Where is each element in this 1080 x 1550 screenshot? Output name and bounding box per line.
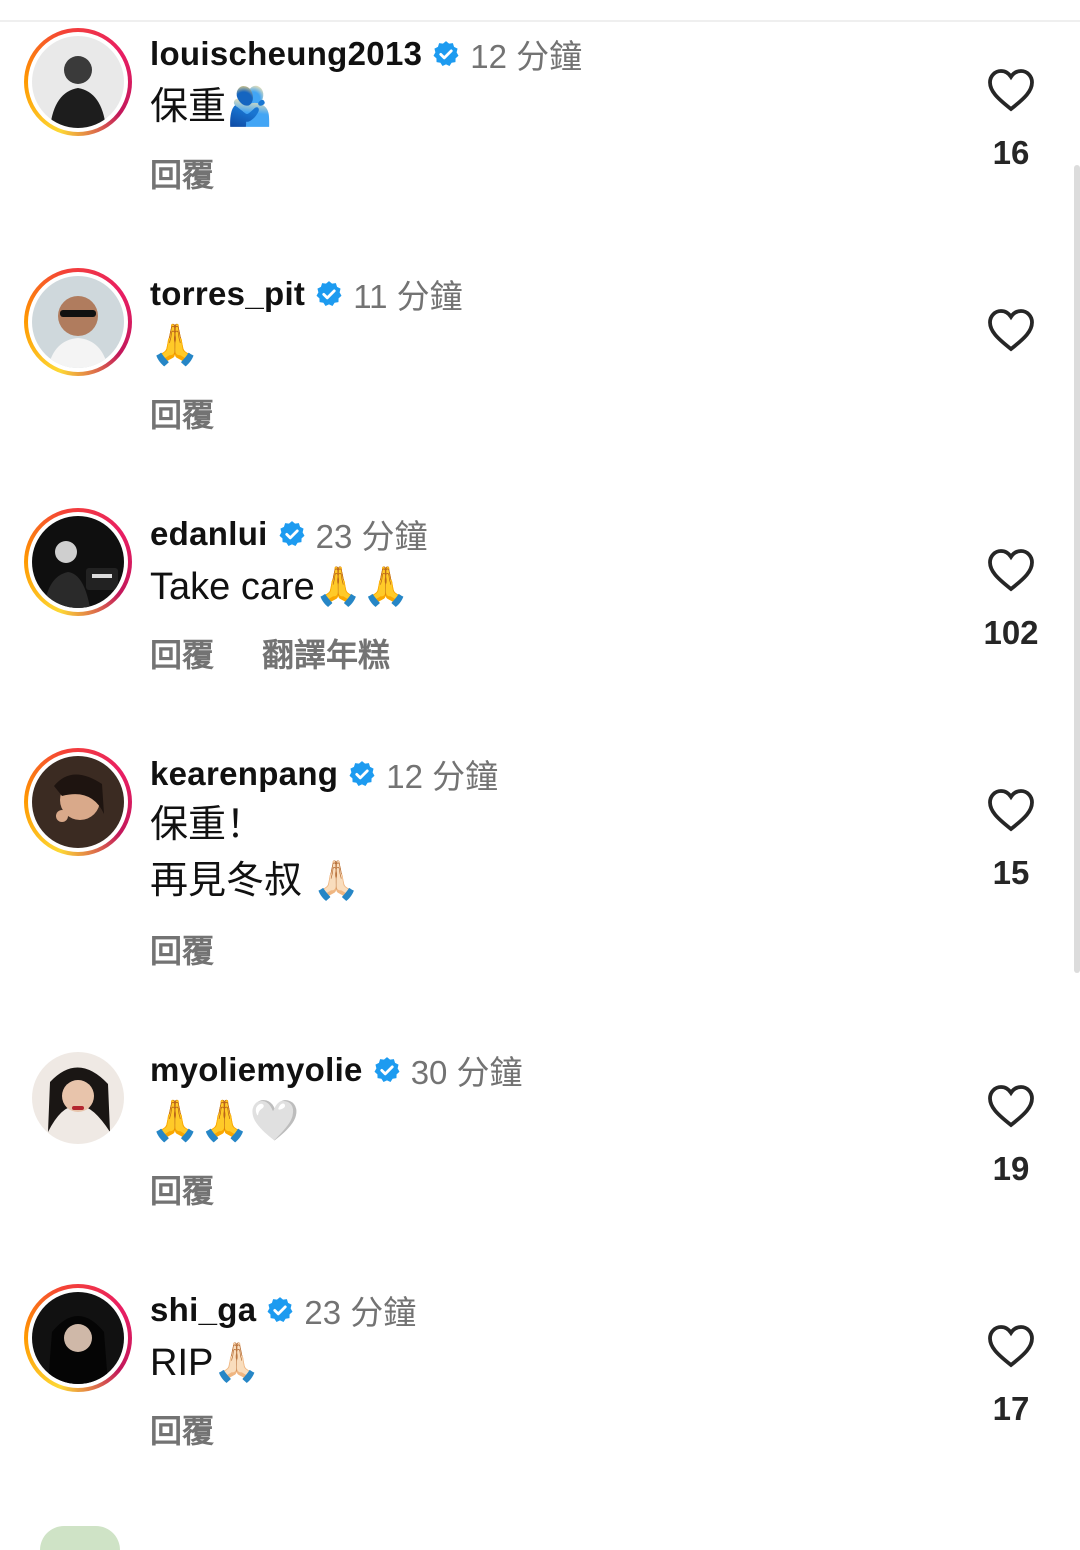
top-divider: [0, 20, 1080, 22]
heart-outline-icon[interactable]: [987, 548, 1035, 592]
verified-badge-icon: [279, 521, 305, 547]
verified-badge-icon: [316, 281, 342, 307]
comment-text: 🙏: [150, 323, 200, 367]
avatar[interactable]: [24, 268, 132, 376]
comment-text: RIP🙏🏻: [150, 1342, 261, 1384]
comment-time: 23 分鐘: [315, 518, 428, 555]
like-count: 16: [992, 134, 1030, 171]
username[interactable]: shi_ga: [150, 1291, 256, 1329]
avatar[interactable]: [24, 28, 132, 136]
verified-badge-icon: [433, 41, 459, 67]
heart-outline-icon[interactable]: [987, 788, 1035, 832]
comment-text: 🙏🙏🤍: [150, 1099, 300, 1143]
heart-outline-icon[interactable]: [987, 308, 1035, 352]
avatar[interactable]: [40, 1526, 120, 1550]
comment-text: 保重🫂: [150, 86, 274, 128]
comment-time: 30 分鐘: [410, 1054, 523, 1091]
reply-button[interactable]: 回覆: [150, 1406, 214, 1452]
avatar[interactable]: [24, 508, 132, 616]
comment-text: 再見冬叔 🙏🏻: [150, 860, 360, 902]
reply-button[interactable]: 回覆: [150, 630, 214, 676]
avatar[interactable]: [24, 748, 132, 856]
heart-outline-icon[interactable]: [987, 68, 1035, 112]
username[interactable]: torres_pit: [150, 275, 305, 313]
like-count: 19: [992, 1150, 1030, 1187]
like-count: 15: [992, 854, 1030, 891]
username[interactable]: myoliemyolie: [150, 1051, 363, 1089]
comment-time: 12 分鐘: [470, 38, 583, 75]
comment-time: 23 分鐘: [304, 1294, 417, 1331]
scrollbar[interactable]: [1074, 165, 1080, 973]
like-count: 102: [983, 614, 1039, 651]
reply-button[interactable]: 回覆: [150, 390, 214, 436]
avatar[interactable]: [24, 1044, 132, 1152]
comment-time: 12 分鐘: [386, 758, 499, 795]
comment-text: Take care🙏🙏: [150, 566, 410, 608]
verified-badge-icon: [267, 1297, 293, 1323]
heart-outline-icon[interactable]: [987, 1324, 1035, 1368]
username[interactable]: edanlui: [150, 515, 268, 553]
reply-button[interactable]: 回覆: [150, 926, 214, 972]
comment-time: 11 分鐘: [353, 278, 463, 315]
reply-button[interactable]: 回覆: [150, 1166, 214, 1212]
like-count: 17: [992, 1390, 1030, 1427]
username[interactable]: kearenpang: [150, 755, 338, 793]
username[interactable]: louischeung2013: [150, 35, 422, 73]
verified-badge-icon: [349, 761, 375, 787]
reply-button[interactable]: 回覆: [150, 150, 214, 196]
verified-badge-icon: [374, 1057, 400, 1083]
heart-outline-icon[interactable]: [987, 1084, 1035, 1128]
avatar[interactable]: [24, 1284, 132, 1392]
comment-text: 保重！: [150, 804, 265, 846]
translate-button[interactable]: 翻譯年糕: [262, 630, 390, 676]
